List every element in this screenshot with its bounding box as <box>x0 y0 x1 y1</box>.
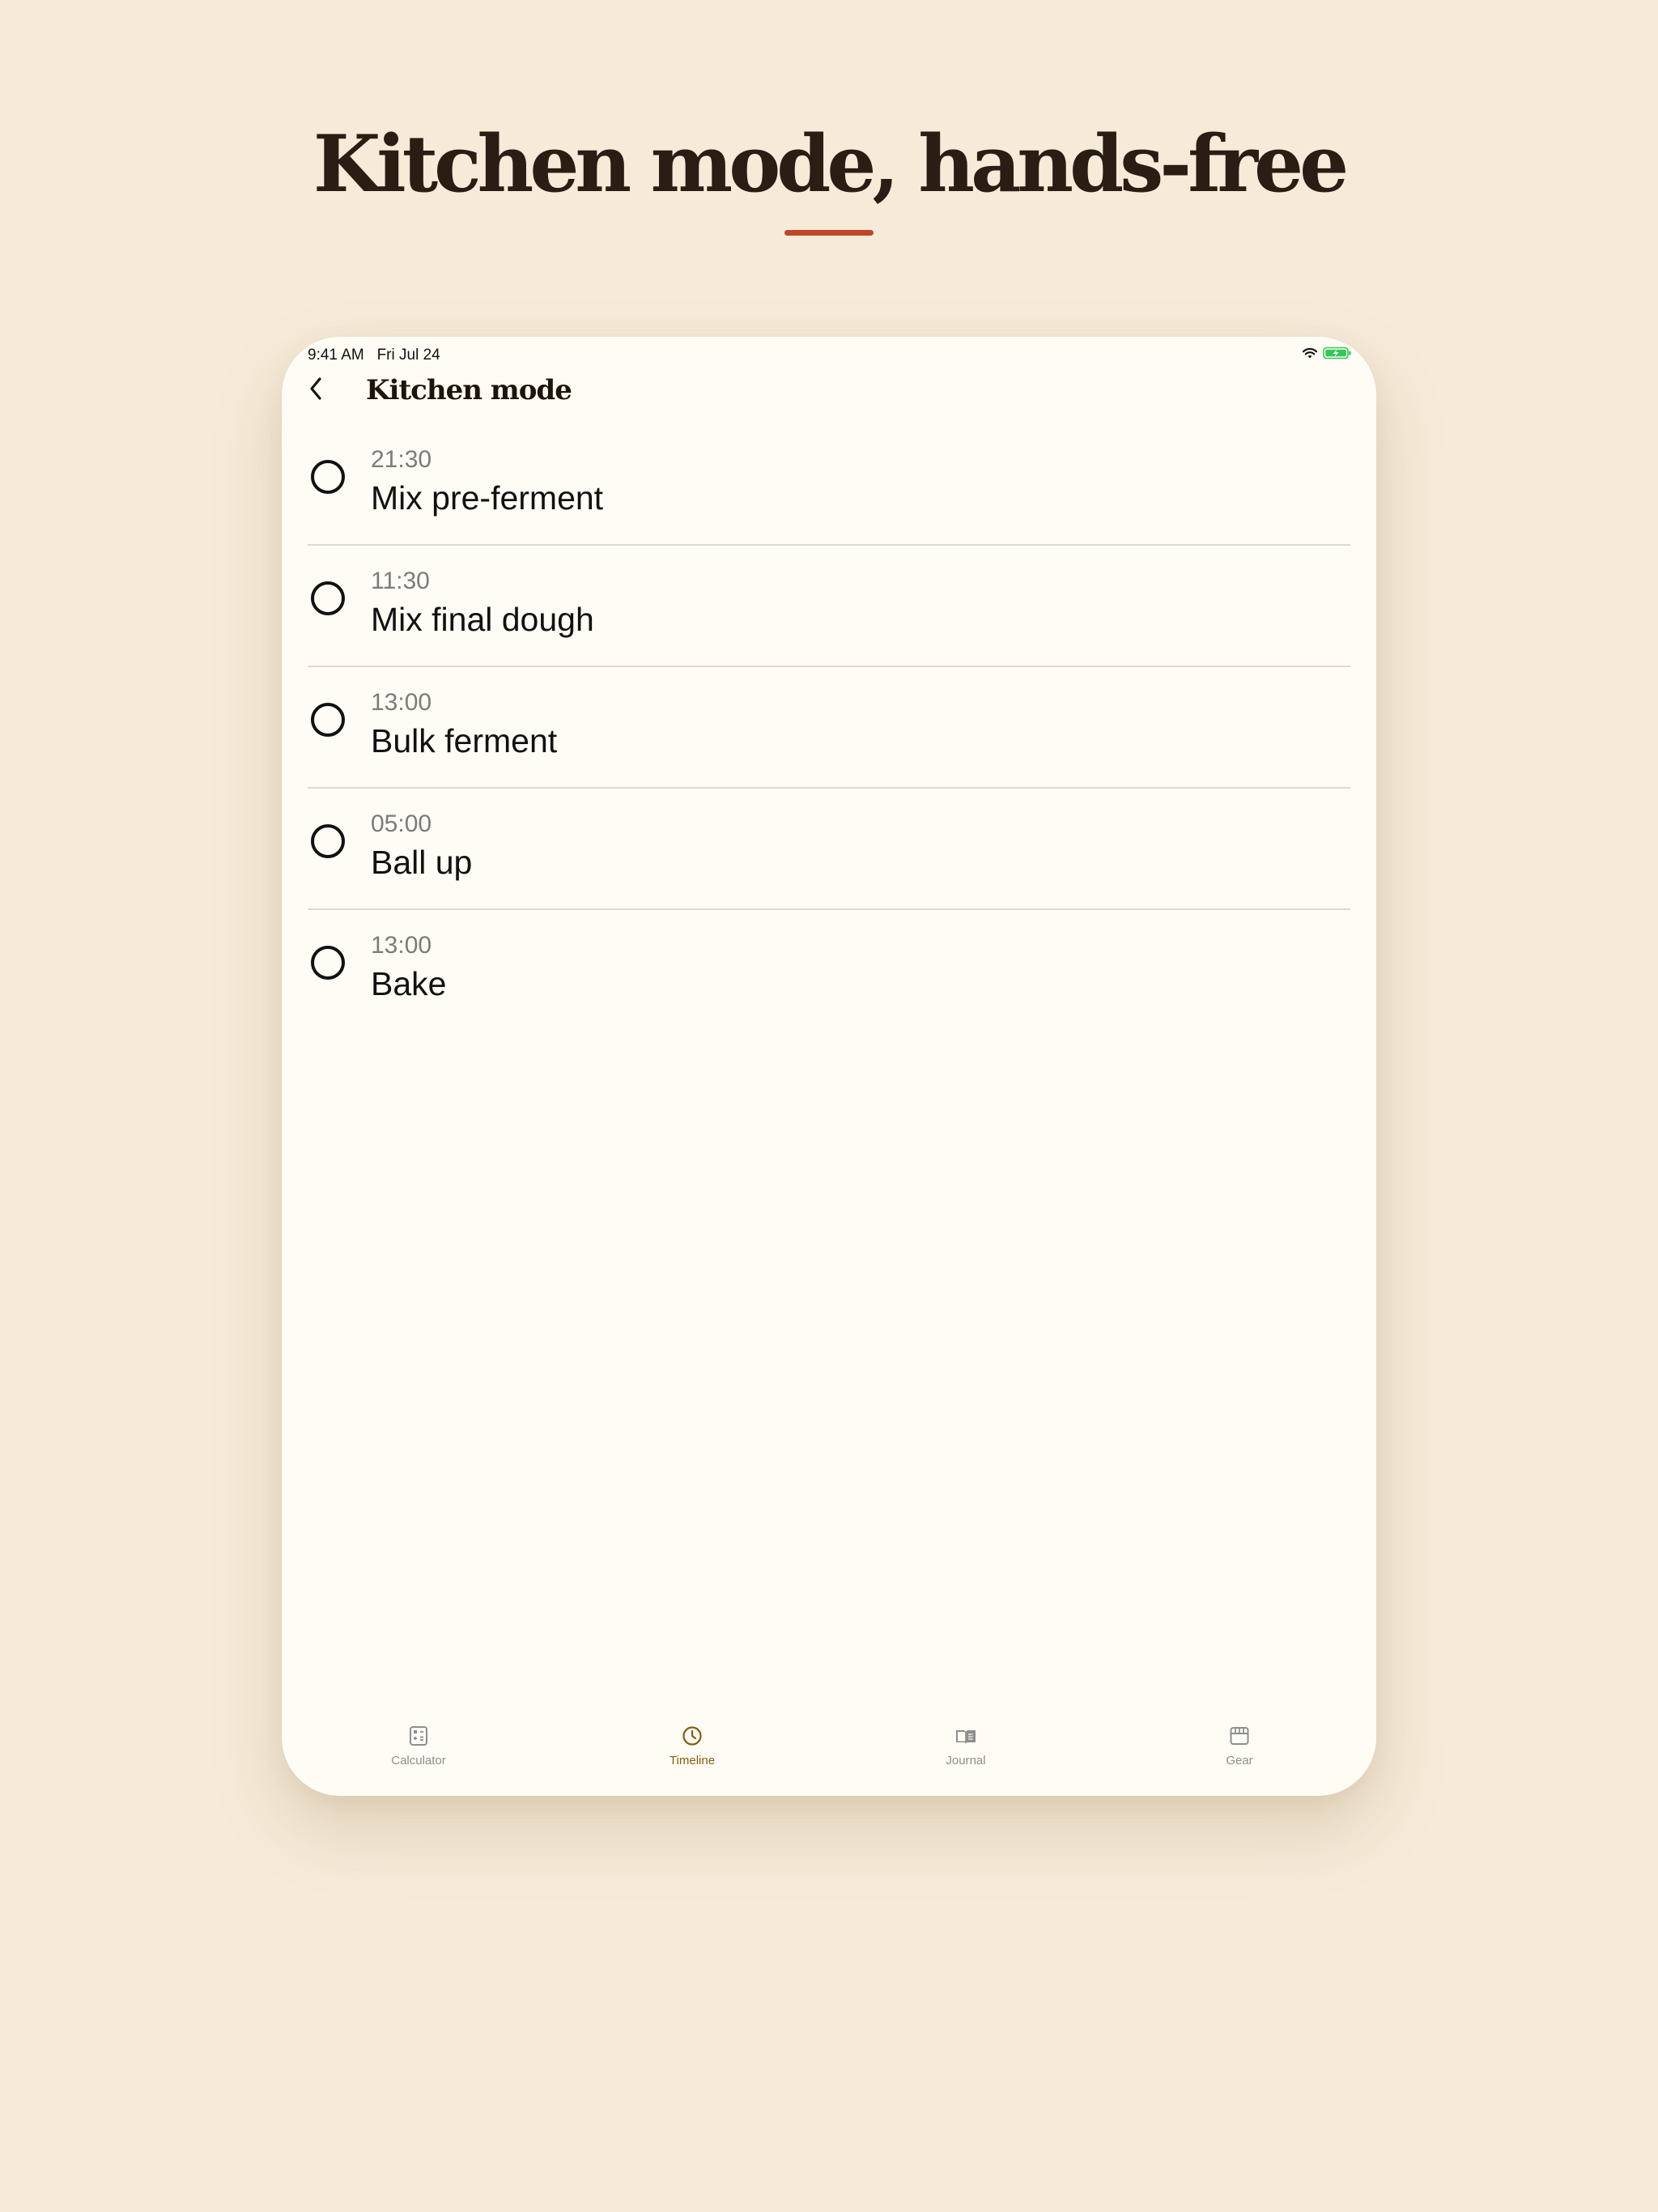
battery-charging-icon <box>1323 347 1352 363</box>
status-icons <box>1302 347 1352 363</box>
tab-bar: Calculator Timeline Journal Gear <box>282 1707 1376 1796</box>
book-icon <box>954 1725 977 1747</box>
tab-calculator[interactable]: Calculator <box>282 1707 555 1796</box>
clock-icon <box>681 1725 704 1747</box>
step-checkbox[interactable] <box>311 946 345 980</box>
step-time: 21:30 <box>371 446 432 473</box>
headline-accent-rule <box>784 230 874 236</box>
step-checkbox[interactable] <box>311 581 345 615</box>
step-list: 21:30 Mix pre-ferment 11:30 Mix final do… <box>308 424 1350 1030</box>
step-row[interactable]: 05:00 Ball up <box>308 789 1350 910</box>
status-time: 9:41 AM <box>308 347 364 364</box>
tab-timeline[interactable]: Timeline <box>555 1707 829 1796</box>
tab-gear[interactable]: Gear <box>1103 1707 1376 1796</box>
step-title: Ball up <box>371 844 473 881</box>
step-checkbox[interactable] <box>311 460 345 494</box>
nav-title: Kitchen mode <box>366 374 572 406</box>
step-row[interactable]: 13:00 Bake <box>308 910 1350 1030</box>
step-checkbox[interactable] <box>311 703 345 737</box>
status-bar: 9:41 AM Fri Jul 24 <box>308 345 1352 366</box>
step-time: 05:00 <box>371 810 432 837</box>
status-date: Fri Jul 24 <box>376 347 440 364</box>
storefront-icon <box>1228 1725 1251 1747</box>
step-title: Bake <box>371 965 447 1002</box>
tab-label: Calculator <box>391 1754 446 1767</box>
chevron-left-icon <box>308 376 323 404</box>
tab-label: Journal <box>946 1754 986 1767</box>
step-row[interactable]: 13:00 Bulk ferment <box>308 667 1350 789</box>
tab-label: Timeline <box>669 1754 716 1767</box>
step-time: 13:00 <box>371 932 432 959</box>
back-button[interactable] <box>298 366 334 415</box>
step-title: Mix pre-ferment <box>371 479 604 517</box>
step-checkbox[interactable] <box>311 824 345 858</box>
step-time: 13:00 <box>371 689 432 716</box>
step-title: Bulk ferment <box>371 722 558 759</box>
tab-journal[interactable]: Journal <box>829 1707 1103 1796</box>
tab-label: Gear <box>1226 1754 1253 1767</box>
step-row[interactable]: 21:30 Mix pre-ferment <box>308 424 1350 546</box>
wifi-icon <box>1302 347 1318 363</box>
step-title: Mix final dough <box>371 601 594 638</box>
page-headline: Kitchen mode, hands-free <box>312 118 1349 210</box>
step-row[interactable]: 11:30 Mix final dough <box>308 546 1350 667</box>
calculator-icon <box>407 1725 430 1747</box>
tablet-screen: 9:41 AM Fri Jul 24 Kitchen mode 21:30 Mi… <box>282 337 1376 1796</box>
navigation-bar: Kitchen mode <box>298 366 572 415</box>
step-time: 11:30 <box>371 568 430 594</box>
